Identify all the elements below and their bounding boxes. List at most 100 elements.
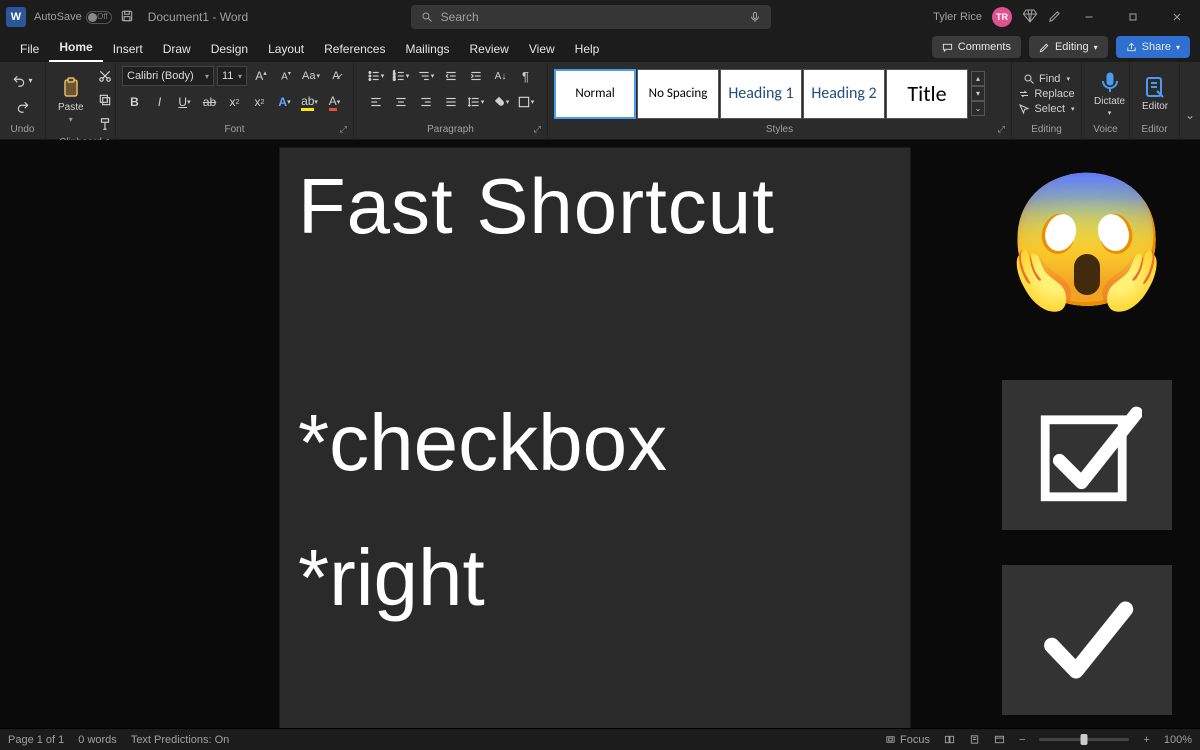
group-font: Calibri (Body)▾ 11▾ A▴ A▾ Aa▾ A̷ B I U▾ … [116, 62, 354, 139]
zoom-out-button[interactable]: − [1019, 734, 1025, 746]
font-size-select[interactable]: 11▾ [217, 66, 247, 86]
style-heading1[interactable]: Heading 1 [720, 69, 802, 119]
redo-button[interactable] [12, 96, 34, 118]
copy-button[interactable] [94, 89, 116, 111]
tab-draw[interactable]: Draw [153, 38, 201, 62]
status-bar: Page 1 of 1 0 words Text Predictions: On… [0, 728, 1200, 750]
superscript-button[interactable]: x2 [249, 91, 271, 113]
editor-button[interactable]: Editor [1136, 73, 1174, 114]
justify-button[interactable] [440, 91, 462, 113]
decrease-indent-button[interactable] [440, 65, 462, 87]
clear-formatting-button[interactable]: A̷ [325, 65, 347, 87]
status-predictions[interactable]: Text Predictions: On [131, 734, 229, 746]
group-clipboard: Paste ▾ Clipboard⤢ [46, 62, 116, 139]
view-web-button[interactable] [994, 734, 1005, 745]
tab-view[interactable]: View [519, 38, 565, 62]
style-normal[interactable]: Normal [554, 69, 636, 119]
text-effects-button[interactable]: A▾ [274, 91, 296, 113]
group-paragraph: ▾ 123▾ ▾ A↓ ¶ ▾ ▾ ▾ Paragraph⤢ [354, 62, 548, 139]
checkmark-icon [1032, 585, 1142, 695]
align-center-button[interactable] [390, 91, 412, 113]
status-words[interactable]: 0 words [78, 734, 117, 746]
styles-more[interactable]: ▴▾⌄ [971, 71, 985, 116]
autosave-toggle[interactable]: AutoSave Off [34, 11, 112, 24]
show-marks-button[interactable]: ¶ [515, 65, 537, 87]
view-read-button[interactable] [944, 734, 955, 745]
tab-help[interactable]: Help [565, 38, 610, 62]
style-title[interactable]: Title [886, 69, 968, 119]
minimize-button[interactable] [1072, 3, 1106, 31]
diamond-icon[interactable] [1022, 8, 1038, 27]
user-avatar[interactable]: TR [992, 7, 1012, 27]
comments-button[interactable]: Comments [932, 36, 1021, 58]
tab-mailings[interactable]: Mailings [395, 38, 459, 62]
scream-emoji-icon: 😱 [1006, 175, 1168, 305]
view-print-button[interactable] [969, 734, 980, 745]
replace-button[interactable]: Replace [1018, 88, 1074, 100]
tab-file[interactable]: File [10, 38, 49, 62]
save-icon[interactable] [120, 9, 134, 26]
group-styles: Normal No Spacing Heading 1 Heading 2 Ti… [548, 62, 1012, 139]
numbering-button[interactable]: 123▾ [390, 65, 412, 87]
highlight-button[interactable]: ab▾ [299, 91, 321, 113]
select-button[interactable]: Select▾ [1018, 103, 1074, 115]
focus-mode-button[interactable]: Focus [885, 734, 930, 746]
borders-button[interactable]: ▾ [515, 91, 537, 113]
font-launcher-icon[interactable]: ⤢ [340, 124, 347, 135]
style-no-spacing[interactable]: No Spacing [637, 69, 719, 119]
styles-launcher-icon[interactable]: ⤢ [998, 124, 1005, 135]
align-right-button[interactable] [415, 91, 437, 113]
format-painter-button[interactable] [94, 113, 116, 135]
user-name: Tyler Rice [933, 11, 982, 23]
paragraph-launcher-icon[interactable]: ⤢ [534, 124, 541, 135]
align-left-button[interactable] [365, 91, 387, 113]
grow-font-button[interactable]: A▴ [250, 65, 272, 87]
pen-icon[interactable] [1048, 9, 1062, 26]
zoom-in-button[interactable]: + [1143, 734, 1149, 746]
bold-button[interactable]: B [124, 91, 146, 113]
shading-button[interactable]: ▾ [490, 91, 512, 113]
ribbon-collapse[interactable]: ⌄ [1180, 62, 1200, 139]
tab-home[interactable]: Home [49, 36, 102, 62]
zoom-slider[interactable] [1039, 738, 1129, 741]
share-button[interactable]: Share ▾ [1116, 36, 1190, 58]
style-heading2[interactable]: Heading 2 [803, 69, 885, 119]
line-spacing-button[interactable]: ▾ [465, 91, 487, 113]
zoom-level[interactable]: 100% [1164, 734, 1192, 746]
bullets-button[interactable]: ▾ [365, 65, 387, 87]
editing-mode-button[interactable]: Editing ▾ [1029, 36, 1108, 58]
change-case-button[interactable]: Aa▾ [300, 65, 322, 87]
voice-group-label: Voice [1088, 122, 1123, 137]
checkbox-checked-icon [1032, 400, 1142, 510]
font-color-button[interactable]: A▾ [324, 91, 346, 113]
tab-review[interactable]: Review [460, 38, 519, 62]
increase-indent-button[interactable] [465, 65, 487, 87]
find-button[interactable]: Find▾ [1023, 73, 1070, 85]
autosave-switch[interactable]: Off [86, 11, 112, 24]
svg-text:3: 3 [393, 77, 396, 82]
underline-button[interactable]: U▾ [174, 91, 196, 113]
maximize-button[interactable] [1116, 3, 1150, 31]
shrink-font-button[interactable]: A▾ [275, 65, 297, 87]
sort-button[interactable]: A↓ [490, 65, 512, 87]
status-page[interactable]: Page 1 of 1 [8, 734, 64, 746]
word-logo: W [6, 7, 26, 27]
multilevel-list-button[interactable]: ▾ [415, 65, 437, 87]
search-box[interactable]: Search [411, 5, 771, 29]
strikethrough-button[interactable]: ab [199, 91, 221, 113]
subscript-button[interactable]: x2 [224, 91, 246, 113]
tab-references[interactable]: References [314, 38, 395, 62]
dictate-button[interactable]: Dictate▾ [1088, 68, 1131, 119]
italic-button[interactable]: I [149, 91, 171, 113]
close-button[interactable] [1160, 3, 1194, 31]
undo-button[interactable]: ▾ [12, 70, 34, 92]
mic-icon[interactable] [749, 11, 761, 23]
tab-insert[interactable]: Insert [103, 38, 153, 62]
cut-button[interactable] [94, 65, 116, 87]
tab-layout[interactable]: Layout [258, 38, 314, 62]
paste-button[interactable]: Paste ▾ [52, 74, 90, 126]
tab-design[interactable]: Design [201, 38, 258, 62]
font-name-select[interactable]: Calibri (Body)▾ [122, 66, 214, 86]
document-page[interactable]: Fast Shortcut *checkbox *right [280, 148, 910, 728]
group-editor: Editor Editor [1130, 62, 1180, 139]
